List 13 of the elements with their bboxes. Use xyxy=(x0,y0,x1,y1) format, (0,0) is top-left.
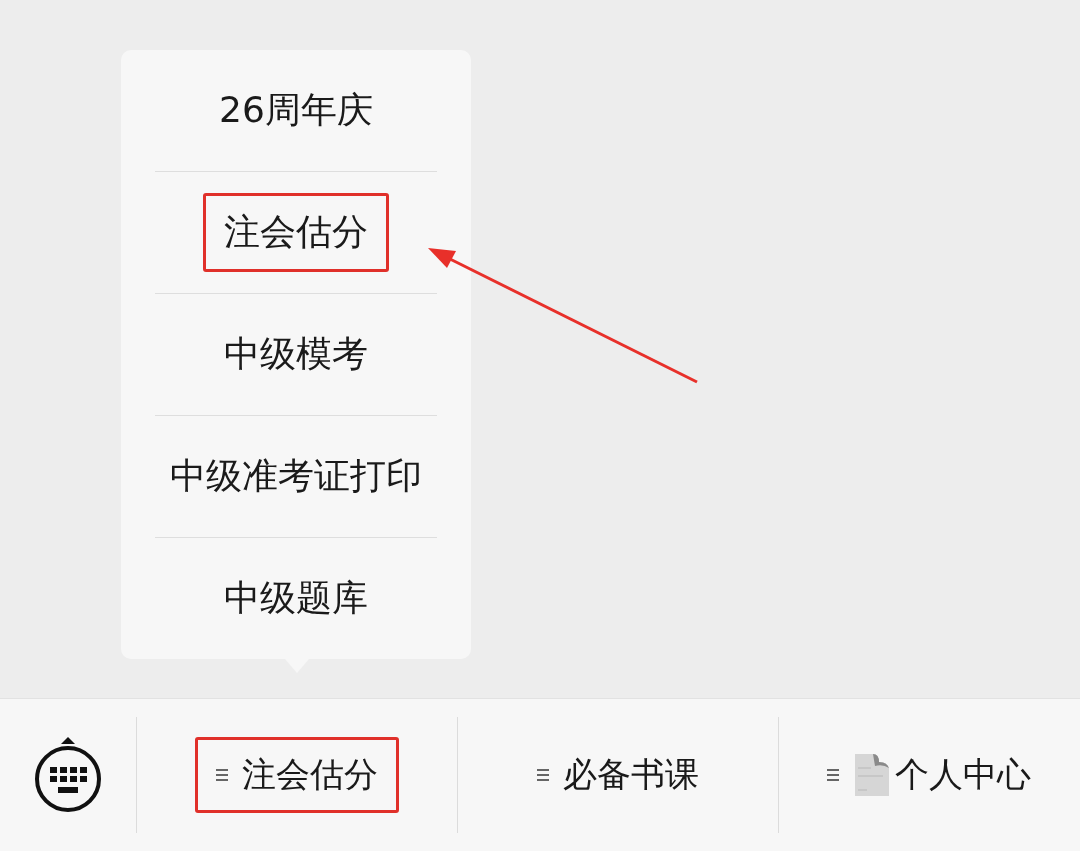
menu-icon xyxy=(536,768,549,782)
menu-tab[interactable]: 注会估分 xyxy=(194,737,399,813)
document-icon xyxy=(853,752,892,798)
menu-item[interactable]: 中级模考 xyxy=(203,315,389,394)
menu-icon xyxy=(827,768,840,782)
menu-tab[interactable]: 必备书课 xyxy=(515,737,720,813)
menu-icon xyxy=(215,768,228,782)
menu-item[interactable]: 中级题库 xyxy=(203,559,389,638)
menu-item[interactable]: 注会估分 xyxy=(203,193,389,272)
menu-item[interactable]: 26周年庆 xyxy=(198,71,394,150)
menu-tab[interactable]: 个人中心 xyxy=(806,737,1053,813)
menu-item[interactable]: 中级准考证打印 xyxy=(149,437,443,516)
keyboard-icon[interactable] xyxy=(33,735,102,815)
